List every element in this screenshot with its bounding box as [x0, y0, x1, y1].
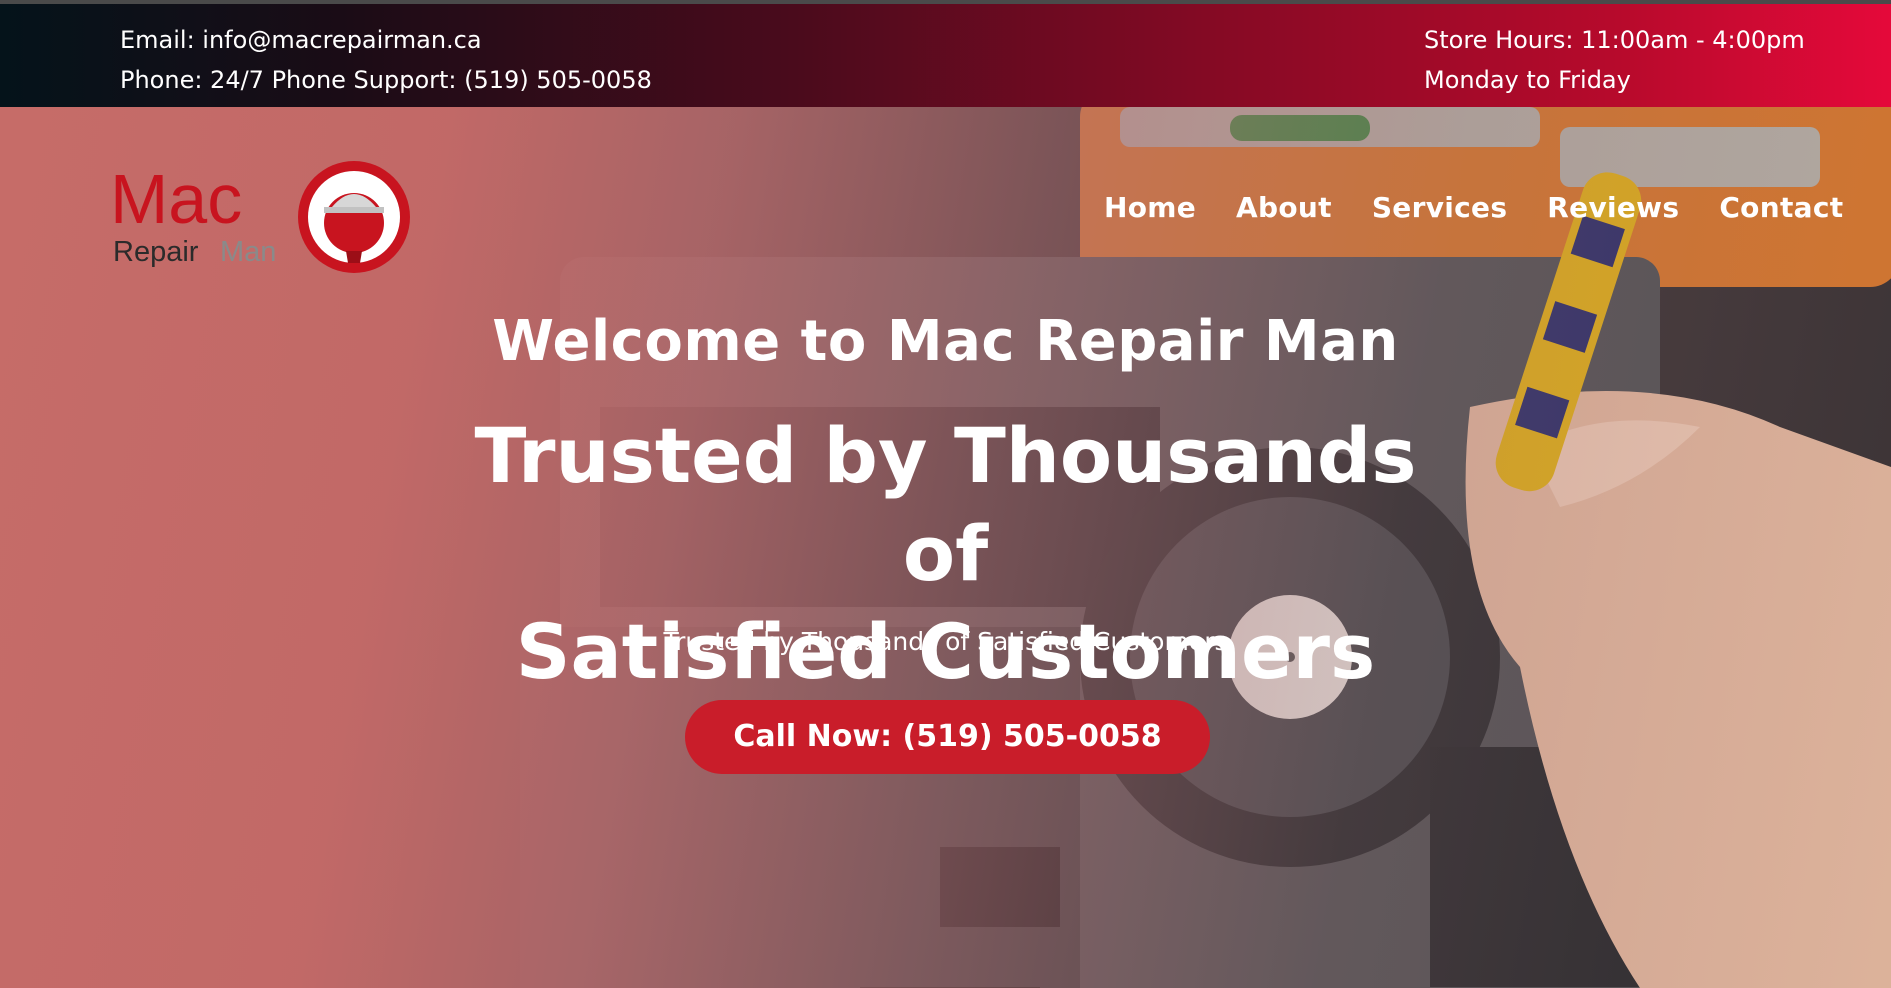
store-days-text: Monday to Friday — [1424, 66, 1631, 94]
nav-contact[interactable]: Contact — [1719, 191, 1843, 224]
nav-reviews[interactable]: Reviews — [1547, 191, 1679, 224]
apple-repairman-icon — [298, 161, 410, 273]
hero-welcome-heading: Welcome to Mac Repair Man — [492, 309, 1399, 374]
call-now-button[interactable]: Call Now: (519) 505-0058 — [685, 700, 1210, 774]
mac-repair-man-logo[interactable]: Mac Repair Man — [110, 151, 420, 281]
nav-services[interactable]: Services — [1372, 191, 1507, 224]
phone-text[interactable]: Phone: 24/7 Phone Support: (519) 505-005… — [120, 60, 652, 100]
nav-about[interactable]: About — [1236, 191, 1332, 224]
store-hours: Store Hours: 11:00am - 4:00pm Monday to … — [1424, 20, 1805, 100]
hero-subheadline: Trusted by Thousands of Satisfied Custom… — [663, 627, 1228, 656]
hero-headline-line1: Trusted by Thousands of — [474, 411, 1417, 598]
email-text[interactable]: Email: info@macrepairman.ca — [120, 20, 652, 60]
hero-section: Mac Repair Man Home About Services Revie… — [0, 107, 1891, 988]
store-hours-text: Store Hours: 11:00am - 4:00pm — [1424, 26, 1805, 54]
logo-word-repair: Repair — [113, 236, 199, 268]
contact-info: Email: info@macrepairman.ca Phone: 24/7 … — [120, 20, 652, 100]
main-nav: Home About Services Reviews Contact — [1104, 191, 1883, 224]
logo-word-man: Man — [220, 236, 276, 268]
hero-headline: Trusted by Thousands of Satisfied Custom… — [440, 407, 1451, 701]
logo-word-mac: Mac — [110, 160, 242, 238]
top-info-bar: Email: info@macrepairman.ca Phone: 24/7 … — [0, 0, 1891, 107]
nav-home[interactable]: Home — [1104, 191, 1196, 224]
